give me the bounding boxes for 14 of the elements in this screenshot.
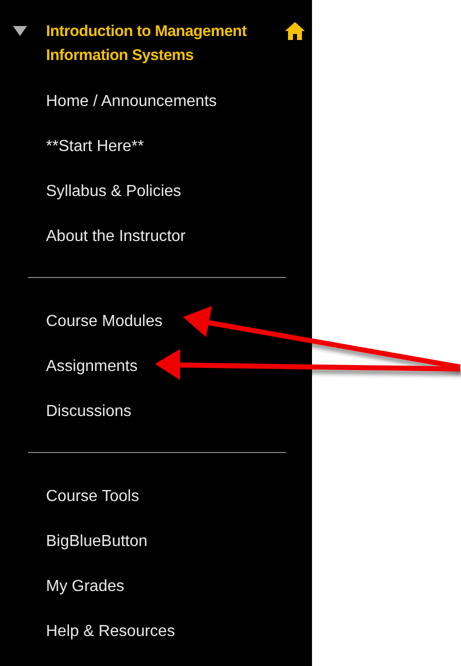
menu-link[interactable]: Syllabus & Policies: [46, 182, 182, 202]
menu-link[interactable]: Discussions: [46, 402, 132, 422]
home-icon[interactable]: [284, 21, 306, 41]
menu-link[interactable]: My Grades: [46, 577, 124, 597]
menu-link[interactable]: Assignments: [46, 357, 138, 377]
course-title[interactable]: Introduction to Management Information Systems: [46, 20, 286, 68]
menu-link[interactable]: Help & Resources: [46, 622, 175, 642]
menu-link[interactable]: About the Instructor: [46, 227, 186, 247]
menu-link[interactable]: BigBlueButton: [46, 532, 148, 552]
menu-link[interactable]: Home / Announcements: [46, 92, 217, 112]
menu-link[interactable]: Course Tools: [46, 487, 140, 507]
menu-link[interactable]: **Start Here**: [46, 137, 144, 157]
caret-down-icon[interactable]: [12, 25, 28, 37]
menu-link[interactable]: Course Modules: [46, 312, 162, 332]
